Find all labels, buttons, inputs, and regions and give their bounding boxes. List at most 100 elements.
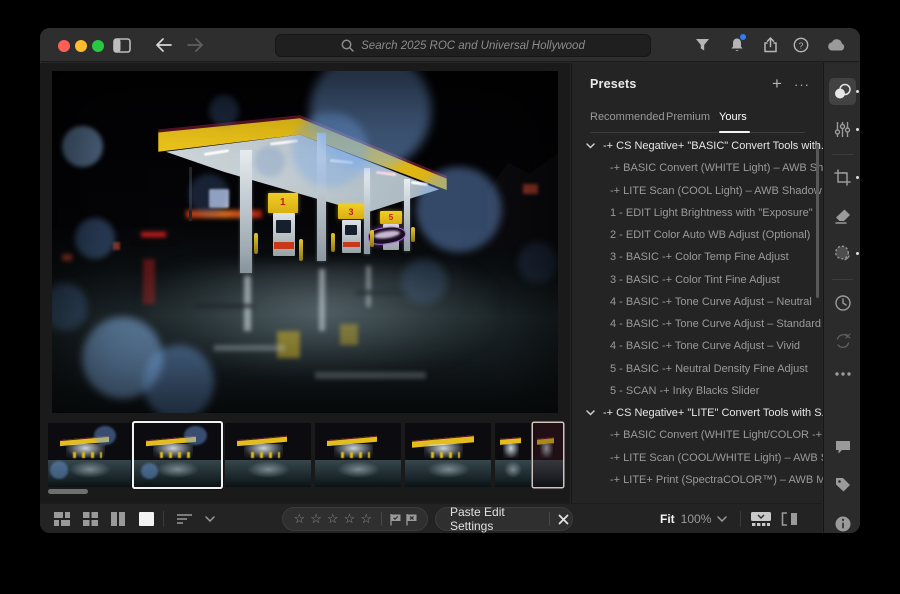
preset-list-scrollbar-thumb[interactable] (816, 144, 819, 298)
compare-view-icon (111, 512, 125, 526)
filmstrip (40, 422, 570, 488)
rating-star-5[interactable]: ☆ (358, 511, 375, 527)
history-button[interactable] (829, 289, 856, 316)
toolbar-divider (740, 511, 741, 527)
forward-arrow-icon[interactable] (185, 36, 205, 54)
close-window-button[interactable] (58, 40, 70, 52)
panel-edge-dot (856, 128, 859, 131)
pick-flag-icon (389, 513, 402, 526)
notification-badge (740, 34, 746, 40)
tag-icon (834, 476, 852, 493)
tab-premium[interactable]: Premium (666, 111, 710, 123)
back-arrow-icon[interactable] (153, 36, 173, 54)
revert-button-disabled[interactable] (829, 327, 856, 354)
tab-yours[interactable]: Yours (719, 111, 747, 123)
comments-button[interactable] (829, 433, 856, 460)
cloud-sync-icon[interactable] (825, 36, 847, 54)
compare-view-button[interactable] (108, 510, 128, 528)
chevron-down-icon (586, 410, 595, 416)
detail-view-icon (139, 512, 154, 526)
preset-group-row[interactable]: -+ CS Negative+ "BASIC" Convert Tools wi… (572, 135, 823, 157)
healing-tool-button[interactable] (829, 202, 856, 229)
photo-grid-view-button[interactable] (52, 510, 72, 528)
filmstrip-thumbnail[interactable] (225, 423, 311, 487)
chevron-down-icon (205, 516, 215, 522)
keywords-button[interactable] (829, 471, 856, 498)
preset-row[interactable]: 4 - BASIC -+ Tone Curve Adjust – Standar… (572, 313, 823, 335)
rating-star-1[interactable]: ☆ (291, 511, 308, 527)
rating-flag-pill: ☆ ☆ ☆ ☆ ☆ (282, 507, 428, 531)
preset-row[interactable]: 4 - BASIC -+ Tone Curve Adjust – Vivid (572, 335, 823, 357)
filter-icon[interactable] (691, 36, 713, 54)
presets-tool-button[interactable] (829, 78, 856, 105)
create-preset-button[interactable]: + (766, 73, 788, 95)
sort-button[interactable] (173, 510, 197, 528)
filmstrip-scrollbar[interactable] (40, 488, 570, 496)
zoom-level-value[interactable]: 100% (681, 512, 712, 526)
rail-more-button[interactable] (829, 360, 856, 387)
toggle-filmstrip-button[interactable] (748, 510, 774, 528)
preset-row[interactable]: -+ LITE+ Print (SpectraCOLOR™) – AWB Mid… (572, 469, 823, 491)
preset-group-row[interactable]: -+ CS Negative+ "LITE" Convert Tools wit… (572, 402, 823, 424)
filmstrip-thumbnail[interactable] (315, 423, 401, 487)
filmstrip-scrollbar-thumb[interactable] (48, 489, 88, 494)
filmstrip-thumbnail[interactable] (405, 423, 491, 487)
rail-divider (832, 154, 853, 155)
pick-flag-button[interactable] (387, 513, 403, 526)
preset-row[interactable]: -+ BASIC Convert (WHITE Light/COLOR -+ C… (572, 424, 823, 446)
edit-tool-button[interactable] (829, 116, 856, 143)
rating-star-4[interactable]: ☆ (341, 511, 358, 527)
pill-divider (381, 512, 382, 526)
zoom-window-button[interactable] (92, 40, 104, 52)
pill-divider (549, 512, 550, 526)
presets-more-options-button[interactable]: ··· (790, 73, 814, 95)
square-grid-view-button[interactable] (80, 510, 100, 528)
crop-tool-button[interactable] (829, 164, 856, 191)
share-icon[interactable] (759, 36, 781, 54)
chevron-down-icon (586, 143, 595, 149)
masking-tool-button[interactable] (829, 240, 856, 267)
sidebar-toggle-icon[interactable] (112, 36, 132, 54)
presets-panel-title: Presets (590, 77, 637, 91)
preset-row[interactable]: -+ LITE Scan (COOL Light) – AWB Shadow S… (572, 180, 823, 202)
paste-edit-settings-button[interactable]: Paste Edit Settings (436, 505, 543, 533)
healing-eraser-icon (834, 208, 852, 224)
preset-row[interactable]: 1 - EDIT Light Brightness with "Exposure… (572, 202, 823, 224)
rating-star-2[interactable]: ☆ (308, 511, 325, 527)
notifications-bell-icon[interactable] (726, 36, 748, 54)
help-icon[interactable]: ? (790, 36, 812, 54)
reject-flag-button[interactable] (403, 513, 419, 526)
preset-row[interactable]: 5 - BASIC -+ Neutral Density Fine Adjust (572, 358, 823, 380)
sort-order-chevron[interactable] (200, 510, 220, 528)
preset-row[interactable]: 5 - SCAN -+ Inky Blacks Slider (572, 380, 823, 402)
lightroom-window: Search 2025 ROC and Universal Hollywood … (40, 28, 860, 533)
preset-row[interactable]: -+ BASIC Convert (WHITE Light) – AWB Sha… (572, 157, 823, 179)
search-input[interactable]: Search 2025 ROC and Universal Hollywood (275, 34, 651, 57)
tab-recommended[interactable]: Recommended (590, 111, 665, 123)
dismiss-paste-button[interactable] (556, 514, 572, 525)
filmstrip-thumbnail[interactable] (48, 423, 132, 487)
pump-sign-1: 1 (268, 193, 298, 212)
preset-row[interactable]: 2 - EDIT Color Auto WB Adjust (Optional) (572, 224, 823, 246)
preset-row[interactable]: 3 - BASIC -+ Color Tint Fine Adjust (572, 269, 823, 291)
main-photo[interactable]: 1 3 5 (52, 71, 558, 413)
minimize-window-button[interactable] (75, 40, 87, 52)
before-after-view-button[interactable] (777, 510, 801, 528)
info-button[interactable] (829, 510, 856, 533)
crop-icon (834, 169, 851, 186)
chevron-down-icon[interactable] (717, 516, 727, 522)
presets-panel-header: Presets + ··· (572, 63, 822, 105)
preset-row[interactable]: 3 - BASIC -+ Color Temp Fine Adjust (572, 246, 823, 268)
sort-icon (177, 513, 193, 525)
active-tab-underline (719, 131, 750, 133)
filmstrip-thumbnail-partial[interactable] (533, 423, 563, 487)
zoom-fit-label[interactable]: Fit (660, 512, 675, 526)
rating-star-3[interactable]: ☆ (324, 511, 341, 527)
preset-row[interactable]: 4 - BASIC -+ Tone Curve Adjust – Neutral (572, 291, 823, 313)
preset-row[interactable]: -+ LITE Scan (COOL/WHITE Light) – AWB Sh… (572, 447, 823, 469)
filmstrip-toggle-icon (751, 512, 771, 526)
detail-view-button-active[interactable] (136, 510, 156, 528)
tabs-divider (590, 132, 805, 133)
filmstrip-thumbnail-selected[interactable] (134, 423, 221, 487)
filmstrip-thumbnail[interactable] (495, 423, 531, 487)
